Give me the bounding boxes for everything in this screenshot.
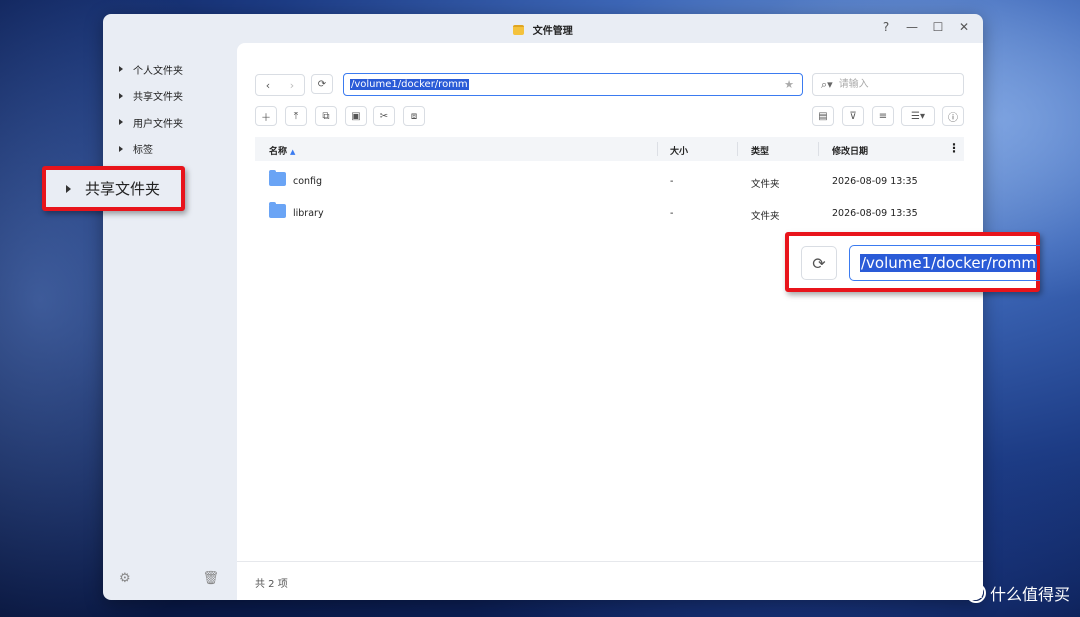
close-button[interactable]: ✕ <box>957 20 971 34</box>
file-size: - <box>670 208 674 219</box>
file-name: library <box>293 208 324 219</box>
folder-icon <box>269 170 286 186</box>
sidebar-item-label: 用户文件夹 <box>133 118 183 130</box>
expand-arrow-icon[interactable] <box>119 92 123 99</box>
window-title: 文件管理 <box>532 26 573 37</box>
column-name-header[interactable]: 名称 ▲ <box>269 144 295 157</box>
sidebar-item-label: 共享文件夹 <box>133 92 183 104</box>
file-size: - <box>670 176 674 187</box>
main-panel: ‹ › ⟳ /volume1/docker/romm ★ ⌕▾ ＋ ⤒ ⧉ ▣ … <box>237 43 983 600</box>
create-button[interactable]: ＋ <box>255 106 277 126</box>
sidebar-item-user-folder[interactable]: 用户文件夹 <box>103 109 237 136</box>
trash-icon[interactable]: 🗑 <box>202 571 219 586</box>
folder-icon <box>269 202 286 218</box>
expand-arrow-icon <box>66 184 71 193</box>
info-button[interactable]: ⓘ <box>942 106 964 126</box>
upload-icon: ⤒ <box>293 110 299 122</box>
refresh-button[interactable]: ⟳ <box>311 74 333 94</box>
info-icon: ⓘ <box>948 112 958 124</box>
path-input[interactable]: /volume1/docker/romm ★ <box>343 73 803 96</box>
back-button[interactable]: ‹ <box>256 75 280 95</box>
archive-button[interactable]: ▤ <box>812 106 834 126</box>
column-type-header[interactable]: 类型 <box>751 144 769 157</box>
filter-button[interactable]: ⊽ <box>842 106 864 126</box>
title-bar: 文件管理 ? — ☐ ✕ <box>103 14 983 44</box>
sidebar-item-shared-folder[interactable]: 共享文件夹 <box>103 83 237 110</box>
refresh-icon: ⟳ <box>317 78 327 90</box>
sidebar-item-label: 标签 <box>133 145 153 157</box>
search-icon: ⌕▾ <box>821 77 833 91</box>
callout-path-box: /volume1/docker/romm <box>849 245 1040 281</box>
upload-button[interactable]: ⤒ <box>285 106 307 126</box>
file-type: 文件夹 <box>751 211 780 222</box>
copy-icon: ⧉ <box>322 110 330 122</box>
maximize-button[interactable]: ☐ <box>931 20 945 34</box>
archive-icon: ▤ <box>818 110 828 122</box>
settings-icon[interactable]: ⚙ <box>119 571 131 586</box>
sidebar: 个人文件夹 共享文件夹 用户文件夹 标签 ⚙ 🗑 <box>103 44 237 600</box>
table-row[interactable]: library - 文件夹 2026-08-09 13:35 <box>255 197 964 229</box>
paste-icon: ▣ <box>351 110 361 122</box>
minimize-button[interactable]: — <box>905 20 919 34</box>
share-icon: ⧈ <box>410 110 418 122</box>
nav-buttons: ‹ › <box>255 74 305 96</box>
sidebar-item-label: 个人文件夹 <box>133 65 183 77</box>
smzdm-logo-icon: 值 <box>965 583 986 603</box>
cut-button[interactable]: ✂ <box>373 106 395 126</box>
status-bar: 共 2 项 <box>237 561 983 600</box>
scissors-icon: ✂ <box>379 110 389 122</box>
sidebar-item-personal-folder[interactable]: 个人文件夹 <box>103 56 237 83</box>
table-header: 名称 ▲ 大小 类型 修改日期 ⋮ <box>255 137 964 161</box>
expand-arrow-icon[interactable] <box>119 119 123 126</box>
view-mode-icon: ☰▾ <box>911 110 925 122</box>
file-modified: 2026-08-09 13:35 <box>832 208 918 219</box>
paste-button[interactable]: ▣ <box>345 106 367 126</box>
favorite-star-icon[interactable]: ★ <box>784 78 794 91</box>
column-size-header[interactable]: 大小 <box>670 144 688 157</box>
file-modified: 2026-08-09 13:35 <box>832 176 918 187</box>
item-count: 共 2 项 <box>255 579 288 590</box>
file-manager-window: 文件管理 ? — ☐ ✕ 个人文件夹 共享文件夹 用户文件夹 标签 ⚙ 🗑 ‹ … <box>103 14 983 600</box>
filter-icon: ⊽ <box>849 110 857 122</box>
sort-ascending-icon: ▲ <box>290 148 296 156</box>
refresh-icon: ⟳ <box>801 246 837 280</box>
table-row[interactable]: config - 文件夹 2026-08-09 13:35 <box>255 165 964 197</box>
callout-path-text: /volume1/docker/romm <box>860 254 1038 272</box>
share-button[interactable]: ⧈ <box>403 106 425 126</box>
more-options-icon[interactable]: ⋮ <box>948 141 960 155</box>
search-input[interactable] <box>836 78 941 91</box>
watermark-text: 什么值得买 <box>989 585 1070 604</box>
callout-label: 共享文件夹 <box>85 180 161 198</box>
view-mode-button[interactable]: ☰▾ <box>901 106 935 126</box>
callout-shared-folder: 共享文件夹 <box>42 166 185 211</box>
help-button[interactable]: ? <box>879 20 893 34</box>
callout-path: ⟳ /volume1/docker/romm <box>785 232 1040 292</box>
column-modified-header[interactable]: 修改日期 <box>832 144 868 157</box>
forward-button[interactable]: › <box>280 75 304 95</box>
file-type: 文件夹 <box>751 179 780 190</box>
sort-icon: ≡ <box>878 110 888 122</box>
file-name: config <box>293 176 323 187</box>
expand-arrow-icon[interactable] <box>119 66 123 73</box>
path-text: /volume1/docker/romm <box>350 79 469 90</box>
sidebar-item-tags[interactable]: 标签 <box>103 136 237 163</box>
sort-button[interactable]: ≡ <box>872 106 894 126</box>
expand-arrow-icon[interactable] <box>119 145 123 152</box>
plus-icon: ＋ <box>261 112 271 124</box>
watermark: 值 什么值得买 <box>965 581 1070 605</box>
search-field[interactable]: ⌕▾ <box>812 73 964 96</box>
folder-app-icon <box>513 25 525 35</box>
copy-button[interactable]: ⧉ <box>315 106 337 126</box>
